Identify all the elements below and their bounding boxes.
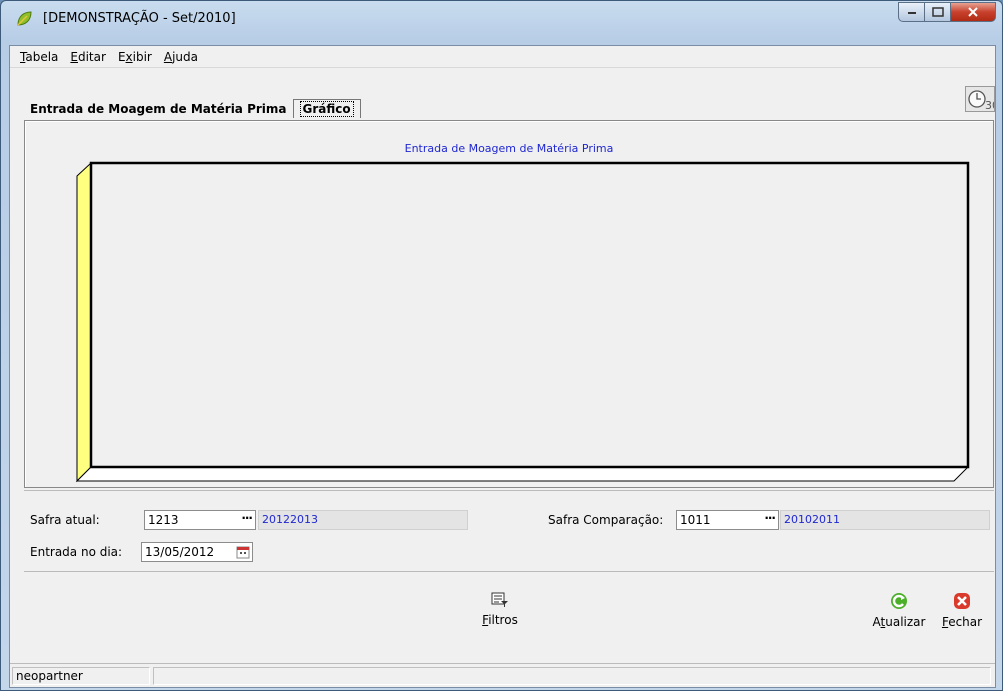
status-user: neopartner xyxy=(12,667,150,685)
minimize-icon xyxy=(907,12,916,14)
close-icon xyxy=(968,7,978,17)
clock-glyph: 30 xyxy=(968,90,995,112)
chart-back-wall xyxy=(89,161,970,469)
safra-atual-lookup-button[interactable]: ··· xyxy=(241,511,253,525)
safra-atual-value: 1213 xyxy=(148,513,179,527)
clock-label: 30 xyxy=(985,99,995,112)
fechar-label: echar xyxy=(948,615,983,629)
safra-atual-input[interactable]: 1213 ··· xyxy=(144,510,256,530)
menu-label: E xyxy=(117,49,126,64)
entrada-no-dia-value: 13/05/2012 xyxy=(145,545,215,559)
menu-editar[interactable]: Editar xyxy=(64,50,112,64)
client-area: Tabela Editar Exibir Ajuda Entrada de Mo… xyxy=(9,45,996,688)
safra-comparacao-description: 20102011 xyxy=(780,510,990,530)
menu-tabela[interactable]: Tabela xyxy=(14,50,64,64)
window-title: [DEMONSTRAÇÃO - Set/2010] xyxy=(43,11,236,26)
leaf-app-icon xyxy=(17,11,32,26)
menu-exibir[interactable]: Exibir xyxy=(112,50,158,64)
menu-label: abela xyxy=(25,49,59,64)
atualizar-label: ualizar xyxy=(885,615,926,629)
safra-comparacao-input[interactable]: 1011 ··· xyxy=(676,510,779,530)
menu-label: ditar xyxy=(77,49,106,64)
tab-grafico-label: Gráfico xyxy=(299,101,354,117)
safra-comparacao-label: Safra Comparação: xyxy=(548,513,664,527)
filter-fields: Safra atual: 1213 ··· 20122013 Safra Com… xyxy=(24,490,994,572)
menu-accel: E xyxy=(70,49,78,64)
menu-accel: x xyxy=(125,49,133,64)
menu-label: ibir xyxy=(132,49,152,64)
app-window: [DEMONSTRAÇÃO - Set/2010] Tabela Editar … xyxy=(0,0,1003,691)
clock-icon[interactable]: 30 xyxy=(965,86,995,112)
maximize-icon xyxy=(931,7,944,17)
menu-label: juda xyxy=(172,49,198,64)
safra-comparacao-lookup-button[interactable]: ··· xyxy=(764,511,776,525)
tab-grafico[interactable]: Gráfico xyxy=(292,99,361,118)
safra-atual-description: 20122013 xyxy=(258,510,468,530)
filter-icon xyxy=(491,592,508,607)
tab-strip: Entrada de Moagem de Matéria Prima Gráfi… xyxy=(24,94,361,120)
chart-left-wall xyxy=(76,161,92,483)
safra-comparacao-value: 1011 xyxy=(680,513,711,527)
refresh-icon xyxy=(891,593,907,609)
atualizar-label: A xyxy=(872,615,881,629)
chart-panel: Entrada de Moagem de Matéria Prima xyxy=(24,120,994,488)
status-panel xyxy=(153,667,991,685)
status-bar: neopartner xyxy=(10,663,995,687)
safra-atual-label: Safra atual: xyxy=(30,513,100,527)
filtros-label: iltros xyxy=(488,613,518,627)
entrada-no-dia-input[interactable]: 13/05/2012 xyxy=(141,542,253,562)
calendar-icon[interactable] xyxy=(236,545,250,559)
tab-entrada-moagem[interactable]: Entrada de Moagem de Matéria Prima xyxy=(24,98,293,120)
menu-accel: A xyxy=(163,49,173,64)
maximize-button[interactable] xyxy=(925,2,951,22)
close-red-icon xyxy=(954,593,970,609)
atualizar-button[interactable]: Atualizar xyxy=(868,592,930,629)
chart-area xyxy=(75,161,970,483)
entrada-no-dia-label: Entrada no dia: xyxy=(30,545,123,559)
minimize-button[interactable] xyxy=(898,2,925,22)
chart-floor xyxy=(75,466,970,482)
fechar-button[interactable]: Fechar xyxy=(936,592,988,629)
menu-ajuda[interactable]: Ajuda xyxy=(158,50,204,64)
filtros-button[interactable]: Filtros xyxy=(470,592,530,627)
menu-bar: Tabela Editar Exibir Ajuda xyxy=(10,46,995,68)
title-bar[interactable]: [DEMONSTRAÇÃO - Set/2010] xyxy=(1,1,1002,37)
close-button[interactable] xyxy=(951,2,996,22)
